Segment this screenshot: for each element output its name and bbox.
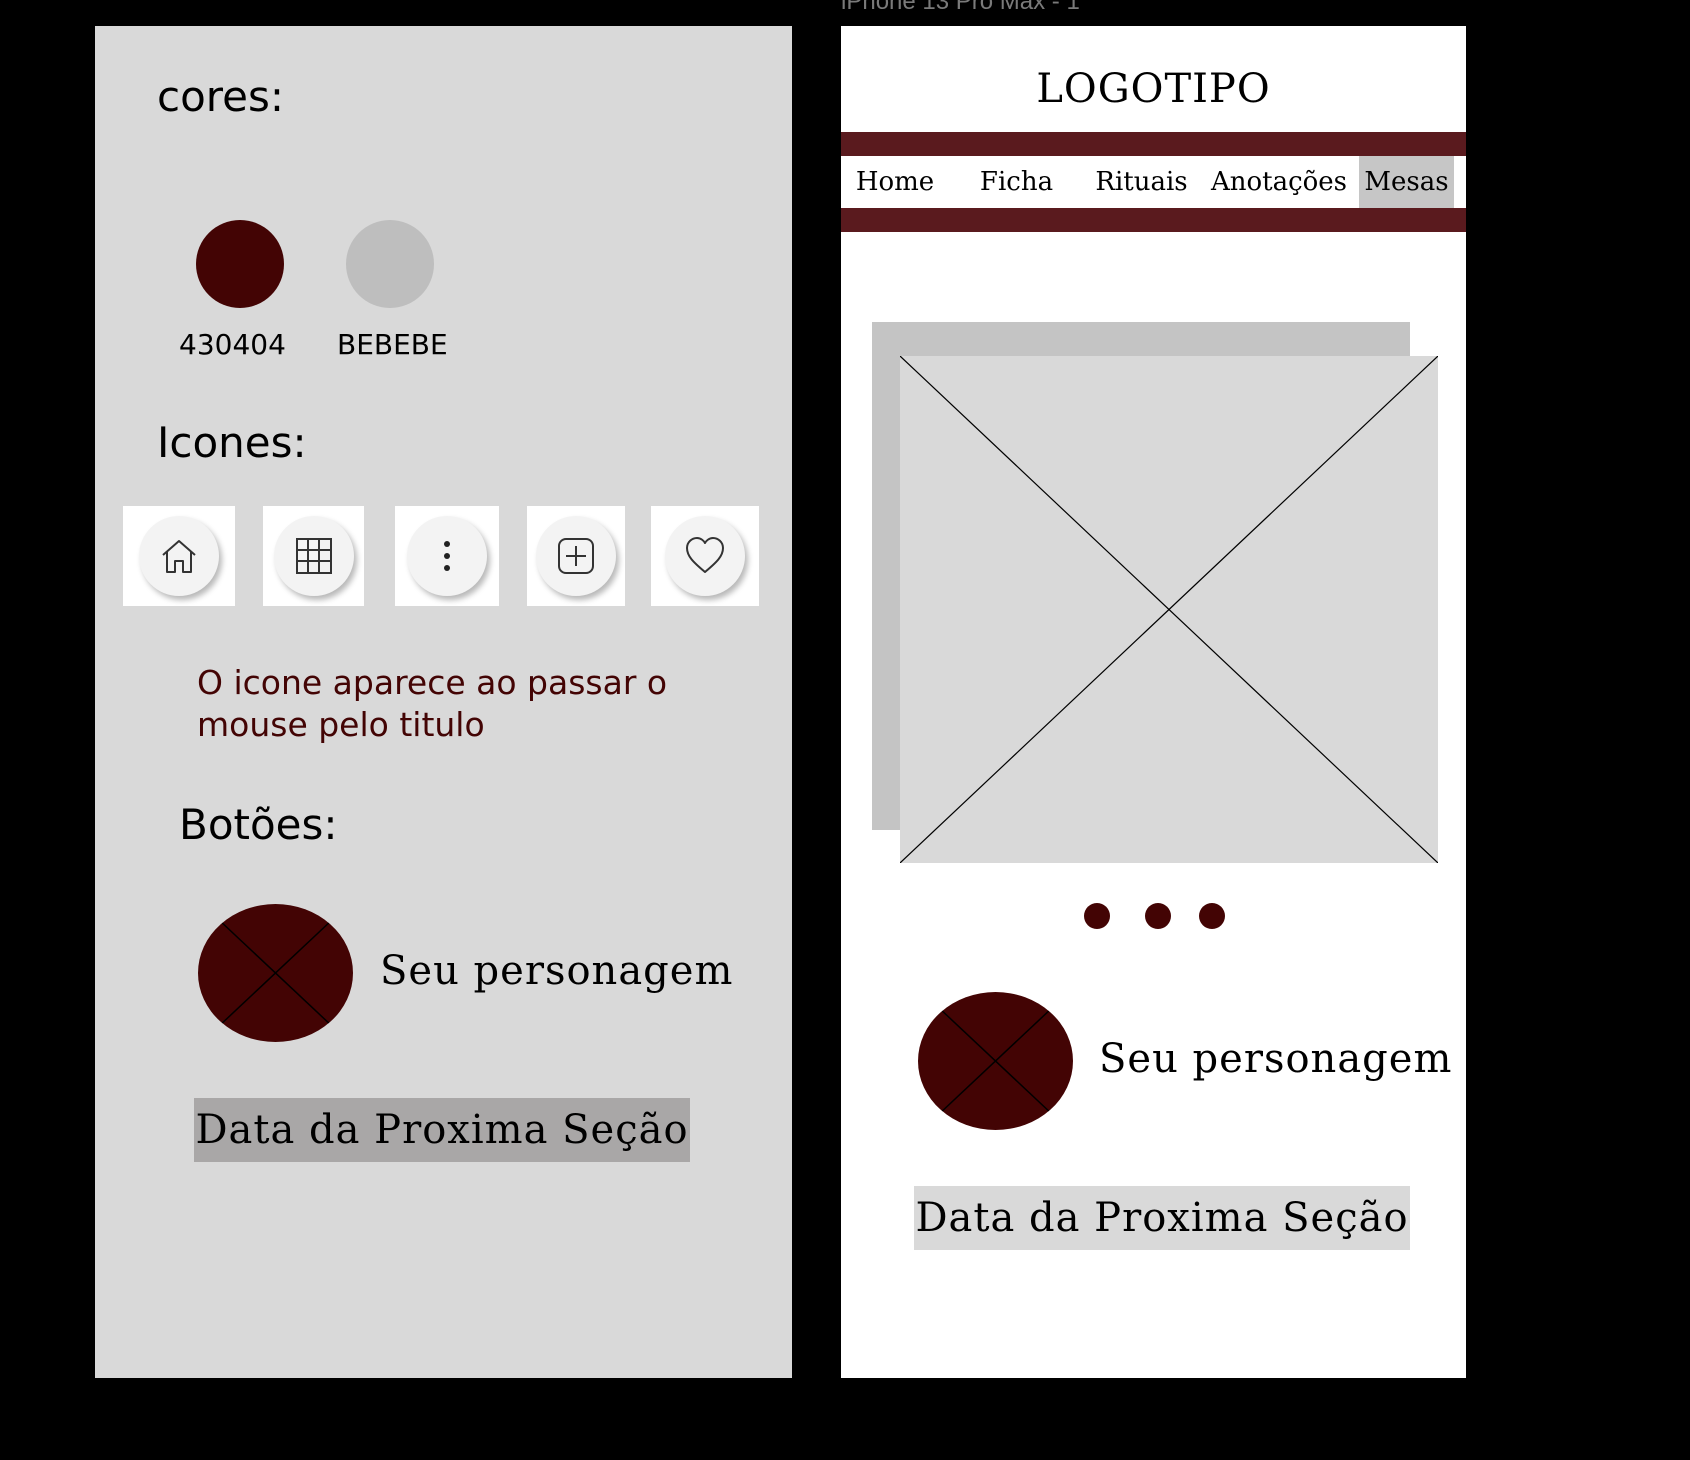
color-hex-primary: 430404 bbox=[179, 328, 286, 361]
nav-bar-bottom-stripe bbox=[841, 208, 1466, 232]
carousel-dot-1[interactable] bbox=[1084, 903, 1110, 929]
icon-sample-add bbox=[527, 506, 625, 606]
color-hex-neutral: BEBEBE bbox=[337, 328, 448, 361]
more-vertical-icon bbox=[444, 541, 450, 571]
add-square-icon bbox=[558, 538, 594, 574]
nav-item-rituais[interactable]: Rituais bbox=[1084, 156, 1199, 208]
icons-heading: Icones: bbox=[157, 418, 307, 467]
character-avatar-button[interactable] bbox=[198, 904, 353, 1042]
carousel-dot-2[interactable] bbox=[1145, 903, 1171, 929]
character-avatar-button[interactable] bbox=[918, 992, 1073, 1130]
phone-screen: LOGOTIPO Home Ficha Rituais Anotações Me… bbox=[841, 26, 1466, 1378]
frame-title: iPhone 13 Pro Max - 1 bbox=[841, 0, 1080, 15]
icon-sample-grid bbox=[263, 506, 364, 606]
avatar-placeholder-icon bbox=[937, 1006, 1054, 1116]
heart-icon bbox=[686, 537, 724, 573]
image-placeholder-icon bbox=[899, 355, 1439, 864]
nav-item-home[interactable]: Home bbox=[841, 156, 949, 208]
style-guide-panel: cores: 430404 BEBEBE Icones: O icone apa… bbox=[95, 26, 792, 1378]
next-session-button[interactable]: Data da Proxima Seção bbox=[914, 1186, 1410, 1250]
logo[interactable]: LOGOTIPO bbox=[841, 66, 1466, 112]
nav-item-ficha[interactable]: Ficha bbox=[949, 156, 1084, 208]
character-label[interactable]: Seu personagem bbox=[1099, 1036, 1452, 1082]
icon-sample-more bbox=[395, 506, 499, 606]
character-label[interactable]: Seu personagem bbox=[380, 948, 733, 994]
grid-icon bbox=[295, 538, 332, 574]
home-icon bbox=[162, 540, 196, 573]
nav-item-anotacoes[interactable]: Anotações bbox=[1199, 156, 1359, 208]
icon-sample-home bbox=[123, 506, 235, 606]
icon-sample-heart bbox=[651, 506, 759, 606]
carousel-image-placeholder[interactable] bbox=[899, 355, 1439, 864]
colors-heading: cores: bbox=[157, 72, 285, 121]
nav-bar-top-stripe bbox=[841, 132, 1466, 156]
next-session-button[interactable]: Data da Proxima Seção bbox=[194, 1098, 690, 1162]
buttons-heading: Botões: bbox=[179, 800, 338, 849]
main-nav: Home Ficha Rituais Anotações Mesas bbox=[841, 156, 1466, 208]
hover-note: O icone aparece ao passar o mouse pelo t… bbox=[197, 663, 668, 744]
nav-item-mesas[interactable]: Mesas bbox=[1359, 156, 1454, 208]
color-swatch-primary bbox=[196, 220, 284, 308]
avatar-placeholder-icon bbox=[217, 918, 334, 1028]
color-swatch-neutral bbox=[346, 220, 434, 308]
carousel-dot-3[interactable] bbox=[1199, 903, 1225, 929]
